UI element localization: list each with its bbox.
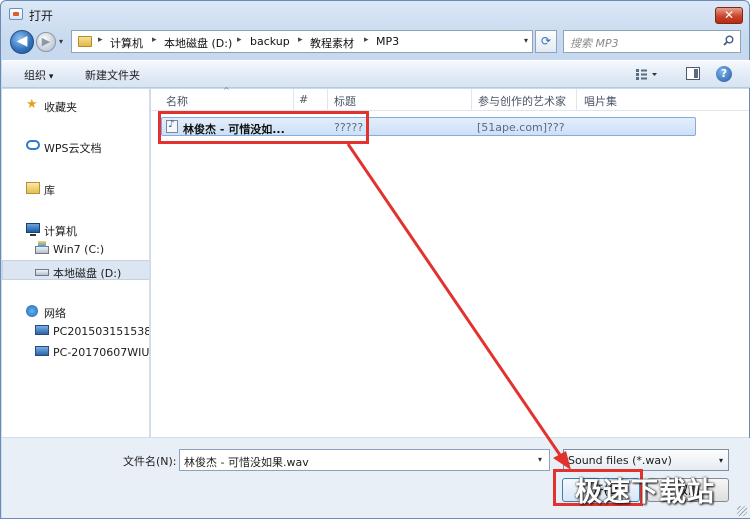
close-button[interactable]: ✕ — [715, 7, 743, 24]
column-header-row: 名称 ^ # 标题 参与创作的艺术家 唱片集 — [151, 86, 749, 111]
nav-item-network[interactable]: 网络 — [2, 301, 149, 321]
search-placeholder: 搜索 MP3 — [570, 37, 619, 50]
nav-item-libraries[interactable]: 库 — [2, 178, 149, 198]
nav-item-wps-cloud[interactable]: WPS云文档 — [2, 136, 149, 156]
file-type-value: Sound files (*.wav) — [568, 454, 672, 467]
drive-d-icon — [35, 269, 49, 276]
filename-history-chevron-down-icon[interactable]: ▾ — [538, 455, 542, 464]
sort-ascending-icon: ^ — [223, 86, 230, 95]
resize-grip[interactable] — [737, 506, 747, 516]
network-pc-icon — [35, 325, 49, 335]
network-pc-icon — [35, 346, 49, 356]
new-folder-button[interactable]: 新建文件夹 — [85, 67, 140, 83]
library-icon — [26, 182, 40, 194]
column-artist[interactable]: 参与创作的艺术家 — [478, 93, 566, 109]
command-toolbar: 组织 新建文件夹 ? — [2, 60, 750, 88]
breadcrumb-separator-icon[interactable]: ▸ — [364, 35, 369, 45]
column-title[interactable]: 标题 — [334, 93, 356, 109]
organize-button[interactable]: 组织 — [24, 67, 53, 83]
nav-item-pc201503151538[interactable]: PC201503151538 — [2, 321, 150, 341]
annotation-file-highlight — [158, 111, 369, 144]
breadcrumb-tutorial-materials[interactable]: 教程素材 — [310, 35, 354, 51]
nav-item-label: 收藏夹 — [44, 101, 77, 114]
nav-item-label: PC201503151538 — [53, 325, 150, 338]
file-artist-cell: [51ape.com]??? — [477, 121, 565, 134]
forward-button[interactable]: ▶ — [36, 32, 56, 52]
column-name[interactable]: 名称 — [166, 93, 188, 109]
nav-item-label: Win7 (C:) — [53, 243, 105, 256]
drive-c-icon — [35, 241, 49, 254]
nav-item-label: 网络 — [44, 307, 66, 320]
refresh-button[interactable]: ⟳ — [535, 30, 557, 53]
nav-item-label: 本地磁盘 (D:) — [53, 267, 122, 280]
nav-item-pc-20170607wiun[interactable]: PC-20170607WIUN — [2, 342, 150, 362]
column-divider[interactable] — [327, 89, 328, 111]
navigation-pane: ★ 收藏夹 WPS云文档 库 计算机 Win7 (C:) 本地磁盘 (D:) 网… — [2, 89, 150, 437]
filename-label: 文件名(N): — [123, 455, 177, 468]
filename-input[interactable]: 林俊杰 - 可惜没如果.wav — [179, 449, 550, 471]
folder-icon — [78, 36, 92, 47]
star-icon: ★ — [26, 97, 38, 112]
file-type-select[interactable]: Sound files (*.wav) ▾ — [563, 449, 729, 471]
window-title: 打开 — [29, 9, 54, 23]
column-album[interactable]: 唱片集 — [584, 93, 617, 109]
computer-icon — [26, 223, 40, 236]
back-button[interactable]: ◀ — [10, 30, 34, 54]
file-type-chevron-down-icon[interactable]: ▾ — [719, 456, 723, 465]
breadcrumb-separator-icon[interactable]: ▸ — [237, 35, 242, 45]
column-number[interactable]: # — [299, 93, 308, 106]
address-bar[interactable]: ▸ 计算机 ▸ 本地磁盘 (D:) ▸ backup ▸ 教程素材 ▸ MP3 … — [71, 30, 533, 53]
column-divider[interactable] — [576, 89, 577, 111]
breadcrumb-separator-icon[interactable]: ▸ — [98, 35, 103, 45]
network-icon — [26, 305, 38, 317]
change-view-icon[interactable] — [636, 68, 658, 81]
breadcrumb-separator-icon[interactable]: ▸ — [152, 35, 157, 45]
recent-locations-chevron-down-icon[interactable]: ▾ — [59, 37, 63, 46]
breadcrumb-separator-icon[interactable]: ▸ — [298, 35, 303, 45]
nav-item-drive-c[interactable]: Win7 (C:) — [2, 239, 149, 259]
search-input[interactable]: 搜索 MP3 — [563, 30, 741, 53]
help-button[interactable]: ? — [716, 66, 732, 82]
nav-item-label: WPS云文档 — [44, 142, 102, 155]
title-bar[interactable]: 打开 ✕ — [1, 1, 749, 27]
nav-item-computer[interactable]: 计算机 — [2, 219, 149, 239]
nav-item-favorites[interactable]: ★ 收藏夹 — [2, 95, 149, 115]
column-divider[interactable] — [293, 89, 294, 111]
nav-item-label: 计算机 — [44, 225, 77, 238]
nav-item-drive-d[interactable]: 本地磁盘 (D:) — [2, 260, 149, 280]
open-file-dialog: 打开 ✕ ◀ ▶ ▾ ▸ 计算机 ▸ 本地磁盘 (D:) ▸ backup ▸ … — [0, 0, 750, 519]
breadcrumb-computer[interactable]: 计算机 — [110, 35, 143, 51]
column-divider[interactable] — [471, 89, 472, 111]
preview-pane-icon[interactable] — [686, 67, 700, 80]
cloud-icon — [26, 140, 40, 150]
app-icon — [9, 8, 23, 20]
breadcrumb-drive-d[interactable]: 本地磁盘 (D:) — [164, 35, 232, 51]
nav-item-label: PC-20170607WIUN — [53, 346, 150, 359]
nav-item-label: 库 — [44, 184, 55, 197]
breadcrumb-mp3[interactable]: MP3 — [376, 35, 399, 48]
breadcrumb-backup[interactable]: backup — [250, 35, 290, 48]
site-watermark: 极速下载站 — [575, 477, 715, 508]
search-icon[interactable] — [723, 35, 734, 46]
address-dropdown-chevron-down-icon[interactable]: ▾ — [524, 36, 528, 45]
